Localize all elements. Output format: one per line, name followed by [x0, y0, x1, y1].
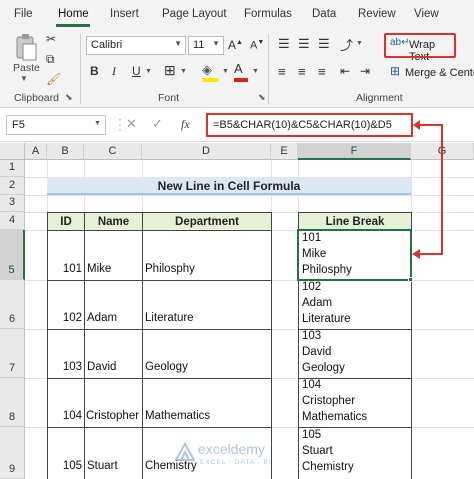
annotation-arrow — [412, 120, 443, 259]
